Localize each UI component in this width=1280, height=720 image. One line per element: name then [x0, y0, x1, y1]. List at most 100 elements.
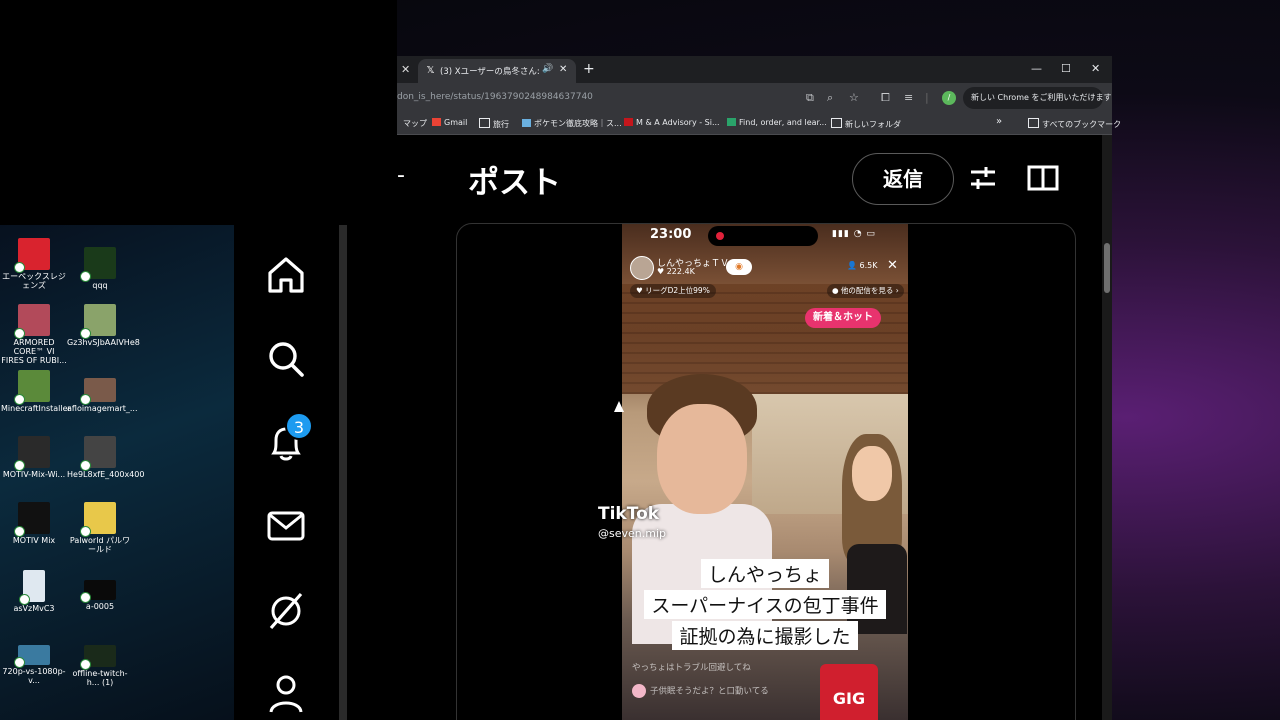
caption-line: 証拠の為に撮影した — [672, 621, 858, 650]
other-streams-link: ● 他の配信を見る › — [827, 284, 904, 298]
window-close-icon[interactable]: ✕ — [1091, 62, 1100, 75]
folder-icon — [1028, 118, 1039, 128]
page-title: ポスト — [468, 165, 561, 201]
live-comment: やっちょはトラブル回避してね — [632, 663, 751, 673]
bookmark-new-folder[interactable]: 新しいフォルダ — [831, 118, 901, 130]
scrollbar-thumb[interactable] — [1104, 243, 1110, 293]
desktop-icon-720p[interactable]: 720p-vs-1080p-v... — [1, 645, 67, 685]
folder-icon — [479, 118, 490, 128]
desktop-area: エーペックスレジェンズ qqq ARMORED CORE™ VI FIRES O… — [0, 225, 234, 720]
desktop-icon-armored-core[interactable]: ARMORED CORE™ VI FIRES OF RUBI... — [1, 304, 67, 365]
desktop-icon-minecraft[interactable]: MinecraftInstaller — [1, 370, 71, 413]
caption-line: しんやっちょ — [700, 559, 829, 588]
home-icon[interactable] — [263, 252, 309, 298]
zoom-icon[interactable]: ⌕ — [827, 91, 833, 105]
viewer-count: 👤 6.5K — [847, 261, 878, 270]
hot-badge: 新着＆ホット — [805, 308, 881, 328]
desktop-icon-asvzmvc3[interactable]: asVzMvC3 — [1, 570, 67, 613]
search-icon[interactable] — [263, 336, 309, 382]
tiktok-watermark: TikTok @seven.mip — [598, 224, 666, 540]
x-logo-icon: 𝕏 — [426, 65, 435, 76]
site-favicon-icon — [522, 119, 531, 127]
bookmark-gmail[interactable]: Gmail — [432, 118, 467, 127]
tiktok-username: @seven.mip — [598, 527, 666, 540]
reader-book-icon[interactable] — [1027, 163, 1059, 200]
sliders-icon[interactable] — [968, 163, 998, 200]
reply-button[interactable]: 返信 — [852, 153, 954, 205]
bookmark-star-icon[interactable]: ☆ — [849, 91, 859, 104]
maximize-icon[interactable]: ☐ — [1061, 62, 1071, 75]
all-bookmarks[interactable]: すべてのブックマーク — [1028, 118, 1121, 130]
desktop-icon-he9l8xfe[interactable]: He9L8xfE_400x400 — [67, 436, 144, 479]
palworld-icon — [80, 502, 116, 537]
image-file-icon — [80, 247, 116, 282]
tiktok-logo: TikTok — [598, 504, 660, 524]
desktop-icon-qqq[interactable]: qqq — [67, 247, 133, 290]
extensions-icon[interactable]: ⧠ — [881, 91, 890, 105]
desktop-icon-palworld[interactable]: Palworld パルワールド — [67, 502, 133, 554]
desktop-icon-a-0005[interactable]: a-0005 — [67, 580, 133, 611]
desktop-icon-motiv-mix-wi[interactable]: MOTIV-Mix-Wi... — [1, 436, 67, 479]
bookmark-travel[interactable]: 旅行 — [479, 118, 509, 130]
desktop-icon-afloimagemart[interactable]: afloimagemart_... — [67, 378, 138, 413]
grok-icon[interactable] — [263, 588, 309, 634]
new-tab-plus-icon[interactable]: + — [583, 61, 595, 77]
back-arrow-fragment[interactable]: - — [397, 163, 405, 188]
game-icon — [14, 304, 50, 339]
twitter-nav — [234, 225, 397, 720]
desktop-icon-gz3hv[interactable]: Gz3hvSJbAAIVHe8 — [67, 304, 140, 347]
streamer-avatar — [630, 256, 654, 280]
address-bar: don_is_here/status/1963790248984637740 ⧉… — [397, 83, 1112, 113]
chrome-update-button[interactable]: 新しい Chrome をご利用いただけます ⋮ — [963, 87, 1111, 109]
minimize-icon[interactable]: — — [1031, 62, 1042, 75]
page-content: - ポスト 返信 GIG 23:00 ▮▮▮ ◔ ▭ しんやっちょＴＶ ♥ 22… — [397, 135, 1112, 720]
phone-time: 23:00 — [650, 227, 692, 242]
phone-status-icons: ▮▮▮ ◔ ▭ — [832, 229, 876, 239]
file-icon — [19, 570, 45, 605]
install-app-icon[interactable]: ⧉ — [806, 91, 814, 105]
gift-icon: ◉ — [726, 259, 752, 275]
bookmark-find-order[interactable]: Find, order, and lear... — [727, 118, 827, 127]
league-badge: ♥ リーグD2上位99% — [630, 284, 716, 298]
video-player[interactable]: GIG 23:00 ▮▮▮ ◔ ▭ しんやっちょＴＶ ♥ 222.4K ◉ 👤 … — [622, 224, 908, 720]
image-file-icon — [80, 436, 116, 471]
media-control-icon[interactable]: ≡ — [904, 91, 913, 104]
minecraft-icon — [14, 370, 50, 405]
profile-avatar-icon[interactable]: / — [942, 91, 956, 105]
image-file-icon — [80, 378, 116, 405]
desktop-icon-offline-twitch[interactable]: offline-twitch-h... (1) — [67, 645, 133, 687]
live-close-icon: ✕ — [887, 258, 898, 273]
url-field[interactable]: don_is_here/status/1963790248984637740 — [397, 92, 593, 102]
live-comment: 子供眠そうだよ？と口動いてる — [632, 684, 769, 698]
kebab-menu-icon[interactable]: ⋮ — [1088, 87, 1096, 109]
apex-icon — [14, 238, 50, 273]
audio-app-icon — [14, 502, 50, 537]
image-file-icon — [80, 304, 116, 339]
bookmarks-overflow-icon[interactable]: » — [996, 116, 1002, 127]
close-icon[interactable]: ✕ — [401, 63, 410, 76]
folder-icon — [831, 118, 842, 128]
profile-icon[interactable] — [263, 670, 309, 716]
site-favicon-icon — [624, 118, 633, 126]
page-scrollbar[interactable] — [1102, 135, 1112, 720]
tab-close-icon[interactable]: ✕ — [559, 64, 567, 75]
bookmark-ma-advisory[interactable]: M & A Advisory - Si... — [624, 118, 720, 127]
tab-bar: ✕ 𝕏 (3) Xユーザーの鳥冬さん:「Tik 🔊 ✕ + — ☐ ✕ — [397, 56, 1112, 83]
desktop-icon-motiv-mix[interactable]: MOTIV Mix — [1, 502, 67, 545]
nav-divider — [339, 225, 347, 720]
notification-badge: 3 — [285, 412, 313, 440]
bookmarks-bar: マップ Gmail 旅行 ポケモン徹底攻略｜ス... M & A Advisor… — [397, 113, 1121, 135]
audio-playing-icon[interactable]: 🔊 — [542, 64, 553, 74]
messages-mail-icon[interactable] — [263, 503, 309, 549]
caption-line: スーパーナイスの包丁事件 — [644, 590, 886, 619]
tab-x-post[interactable]: 𝕏 (3) Xユーザーの鳥冬さん:「Tik 🔊 ✕ — [418, 59, 576, 83]
bookmark-pokemon[interactable]: ポケモン徹底攻略｜ス... — [522, 118, 622, 129]
bookmark-maps[interactable]: マップ — [403, 118, 427, 129]
video-caption: しんやっちょ スーパーナイスの包丁事件 証拠の為に撮影した — [622, 558, 908, 651]
chrome-window: ✕ 𝕏 (3) Xユーザーの鳥冬さん:「Tik 🔊 ✕ + — ☐ ✕ don_… — [397, 56, 1121, 720]
toolbar-divider: | — [925, 91, 929, 104]
gmail-icon — [432, 118, 441, 126]
audio-app-icon — [14, 436, 50, 471]
image-file-icon — [80, 580, 116, 603]
desktop-icon-apex[interactable]: エーペックスレジェンズ — [1, 238, 67, 290]
